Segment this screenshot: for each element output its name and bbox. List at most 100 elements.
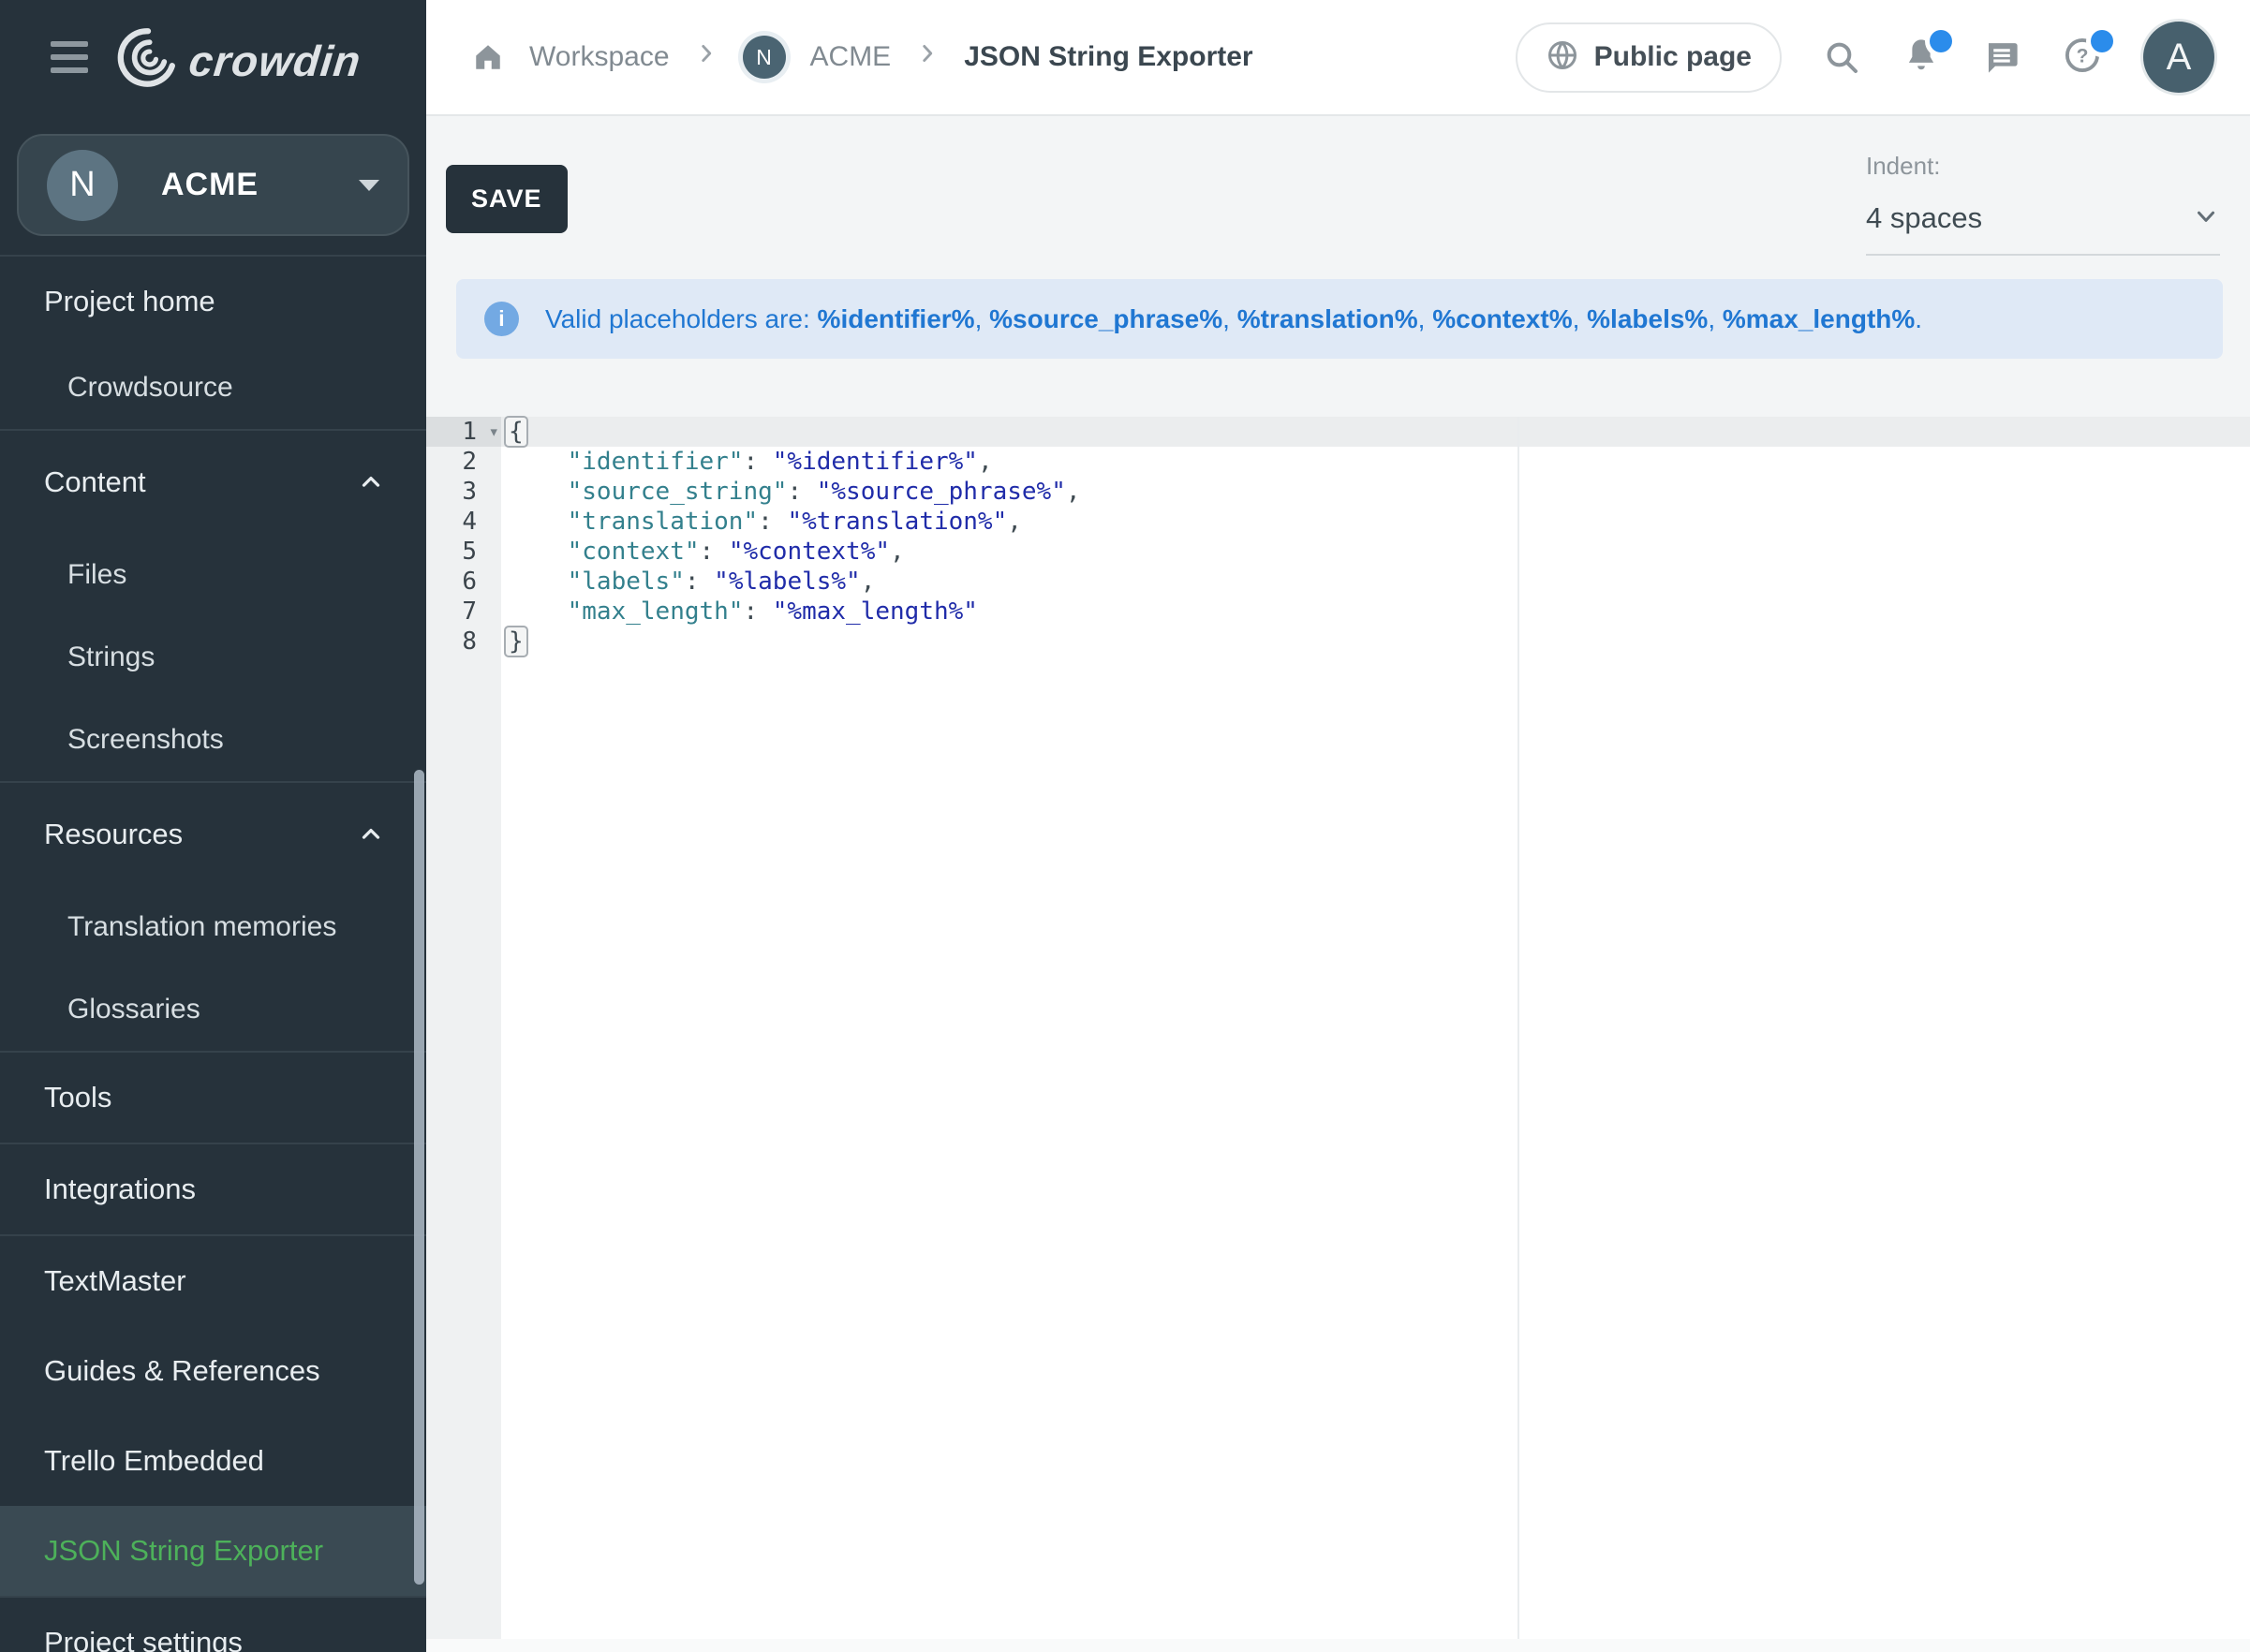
workspace-avatar: N	[47, 150, 118, 221]
sidebar-item-project-settings[interactable]: Project settings	[0, 1598, 426, 1652]
sidebar-item-content[interactable]: Content	[0, 431, 426, 534]
sidebar-item-label: Guides & References	[44, 1354, 320, 1388]
sidebar-scrollbar-thumb[interactable]	[414, 770, 424, 1585]
code-token: "identifier"	[568, 448, 744, 476]
sidebar-item-integrations[interactable]: Integrations	[0, 1144, 426, 1234]
fold-arrow-icon[interactable]: ▾	[489, 417, 499, 447]
sidebar-item-tools[interactable]: Tools	[0, 1053, 426, 1143]
code-token: "%max_length%"	[773, 597, 978, 626]
line-number: 2	[426, 447, 501, 477]
sidebar-item-translation-memories[interactable]: Translation memories	[0, 886, 426, 968]
home-icon[interactable]	[471, 40, 505, 74]
code-token: "translation"	[568, 508, 759, 536]
code-line[interactable]: {	[509, 417, 2250, 447]
code-line[interactable]: "context": "%context%",	[509, 537, 2250, 567]
help-button[interactable]: ?	[2063, 36, 2102, 80]
code-token: ,	[978, 448, 993, 476]
banner-text: Valid placeholders are: %identifier%, %s…	[545, 304, 1922, 334]
line-number: 7	[426, 597, 501, 627]
code-token: :	[700, 538, 729, 566]
crowdin-wordmark: crowdin	[186, 36, 363, 86]
indent-value: 4 spaces	[1866, 201, 1982, 235]
editor-code-area[interactable]: { "identifier": "%identifier%", "source_…	[509, 417, 2250, 656]
editor-hscroll-track	[426, 1639, 2250, 1652]
sidebar-item-glossaries[interactable]: Glossaries	[0, 968, 426, 1051]
public-page-button[interactable]: Public page	[1516, 22, 1782, 93]
sidebar-item-label: JSON String Exporter	[44, 1534, 323, 1568]
code-token	[509, 538, 568, 566]
sidebar-item-label: Strings	[67, 642, 155, 673]
chevron-right-icon	[915, 41, 940, 73]
sidebar-item-strings[interactable]: Strings	[0, 616, 426, 699]
sidebar-item-resources[interactable]: Resources	[0, 783, 426, 886]
sidebar-item-label: Translation memories	[67, 911, 336, 943]
breadcrumb-project[interactable]: ACME	[810, 41, 892, 73]
code-token: ,	[861, 568, 876, 596]
sidebar-item-trello-embedded[interactable]: Trello Embedded	[0, 1416, 426, 1506]
sidebar-item-project-home[interactable]: Project home	[0, 257, 426, 347]
workspace-selector[interactable]: N ACME	[17, 134, 409, 236]
caret-down-icon	[359, 180, 379, 191]
breadcrumb-workspace[interactable]: Workspace	[529, 41, 670, 73]
code-line[interactable]: }	[509, 627, 2250, 656]
sidebar-item-label: Files	[67, 559, 126, 591]
editor-gutter: 1▾2345678	[426, 417, 501, 1652]
chevron-right-icon	[694, 41, 718, 73]
code-line[interactable]: "translation": "%translation%",	[509, 507, 2250, 537]
sidebar-item-screenshots[interactable]: Screenshots	[0, 699, 426, 781]
placeholder-token: %max_length%	[1723, 304, 1915, 333]
code-line[interactable]: "labels": "%labels%",	[509, 567, 2250, 597]
code-token: "context"	[568, 538, 700, 566]
line-number: 1▾	[426, 417, 501, 447]
header-actions: Public page ? A	[1516, 0, 2214, 114]
sidebar-item-label: Screenshots	[67, 724, 224, 756]
matched-bracket: {	[504, 416, 528, 448]
code-line[interactable]: "identifier": "%identifier%",	[509, 447, 2250, 477]
help-badge	[2091, 30, 2113, 52]
sidebar-item-label: Integrations	[44, 1173, 196, 1206]
indent-control: Indent: 4 spaces	[1866, 152, 2220, 256]
code-token: ,	[890, 538, 905, 566]
user-avatar[interactable]: A	[2143, 22, 2214, 93]
chevron-down-icon	[2192, 202, 2220, 235]
messages-button[interactable]	[1982, 37, 2021, 77]
line-number: 3	[426, 477, 501, 507]
code-token: :	[743, 597, 772, 626]
sidebar-item-json-string-exporter[interactable]: JSON String Exporter	[0, 1506, 426, 1596]
code-line[interactable]: "max_length": "%max_length%"	[509, 597, 2250, 627]
line-number: 6	[426, 567, 501, 597]
sidebar-item-files[interactable]: Files	[0, 534, 426, 616]
crowdin-logo[interactable]: crowdin	[112, 24, 361, 96]
sidebar-item-label: Trello Embedded	[44, 1444, 264, 1478]
code-token: "%context%"	[729, 538, 890, 566]
code-token: ,	[1007, 508, 1022, 536]
placeholder-token: %translation%	[1237, 304, 1418, 333]
code-editor[interactable]: 1▾2345678 { "identifier": "%identifier%"…	[426, 417, 2250, 1652]
sidebar-item-label: Project settings	[44, 1626, 243, 1652]
code-token	[509, 448, 568, 476]
code-token: "%labels%"	[714, 568, 861, 596]
code-token: "max_length"	[568, 597, 744, 626]
sidebar-group: Content Files Strings Screenshots	[0, 429, 426, 781]
search-button[interactable]	[1823, 38, 1860, 76]
sidebar: crowdin N ACME Project homeCrowdsourceCo…	[0, 0, 426, 1652]
chevron-up-icon	[357, 820, 385, 848]
save-button[interactable]: SAVE	[446, 165, 568, 233]
main-content: SAVE Indent: 4 spaces i Valid placeholde…	[426, 116, 2250, 1652]
sidebar-item-crowdsource[interactable]: Crowdsource	[0, 347, 426, 429]
matched-bracket: }	[504, 626, 528, 657]
sidebar-group: Resources Translation memories Glossaries	[0, 781, 426, 1051]
notification-badge	[1930, 30, 1952, 52]
hamburger-menu-icon[interactable]	[51, 41, 88, 73]
sidebar-item-label: TextMaster	[44, 1264, 186, 1298]
globe-icon	[1546, 38, 1579, 77]
sidebar-item-label: Tools	[44, 1081, 111, 1114]
sidebar-item-guides-references[interactable]: Guides & References	[0, 1326, 426, 1416]
sidebar-item-textmaster[interactable]: TextMaster	[0, 1236, 426, 1326]
sidebar-item-label: Content	[44, 465, 146, 499]
sidebar-nav: Project homeCrowdsource Content Files Strin…	[0, 255, 426, 1652]
indent-select[interactable]: 4 spaces	[1866, 201, 2220, 256]
code-line[interactable]: "source_string": "%source_phrase%",	[509, 477, 2250, 507]
placeholder-token: %labels%	[1587, 304, 1708, 333]
notifications-button[interactable]	[1902, 36, 1941, 80]
